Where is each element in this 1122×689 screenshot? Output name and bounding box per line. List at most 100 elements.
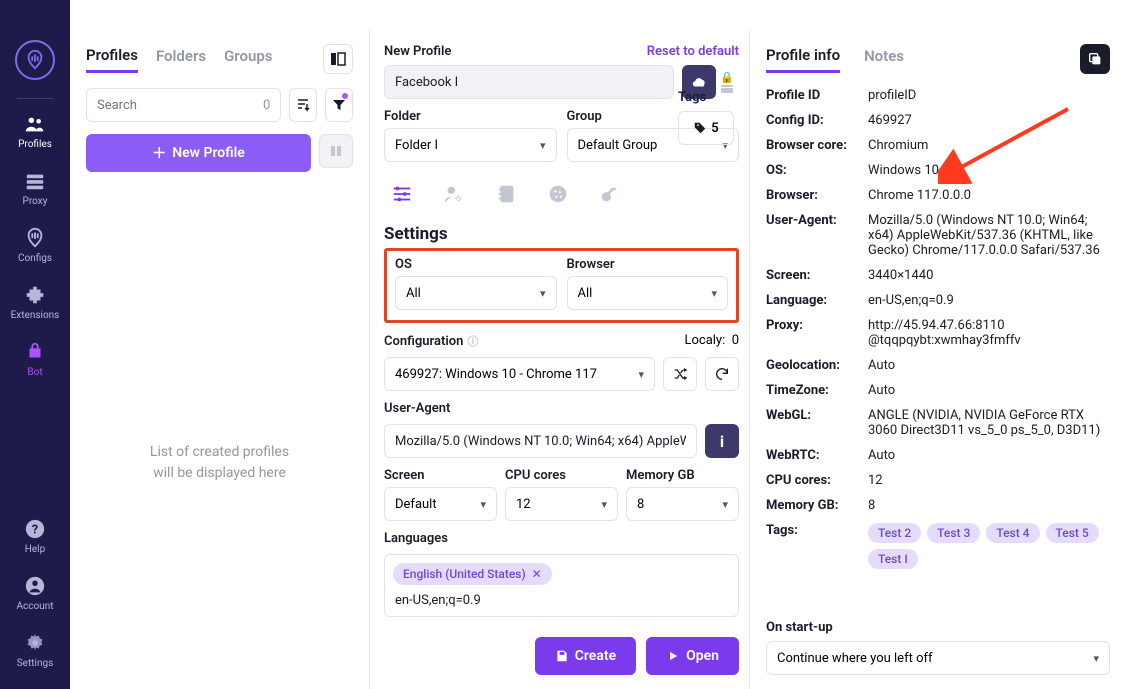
useragent-input[interactable]: [384, 424, 697, 458]
refresh-button[interactable]: [705, 357, 739, 391]
info-val-screen: 3440×1440: [868, 268, 933, 283]
sort-button[interactable]: [289, 88, 317, 122]
localy-label: Localy: 0: [684, 333, 739, 353]
tag-chip[interactable]: Test 4: [986, 523, 1039, 543]
memory-label: Memory GB: [626, 468, 739, 483]
empty-state: List of created profiles will be display…: [86, 442, 353, 484]
reset-to-default-link[interactable]: Reset to default: [647, 44, 739, 59]
rail-extensions-label: Extensions: [11, 310, 60, 321]
search-input[interactable]: [97, 98, 263, 113]
rail-settings[interactable]: Settings: [17, 632, 54, 669]
info-val-geo: Auto: [868, 358, 895, 373]
tab-folders[interactable]: Folders: [156, 47, 206, 71]
profile-name-input[interactable]: [384, 65, 674, 99]
rail-bot[interactable]: Bot: [24, 341, 46, 378]
chevron-down-icon: ▾: [540, 139, 546, 152]
tag-chip[interactable]: Test I: [868, 549, 918, 569]
search-input-wrap: 0: [86, 88, 281, 122]
tag-chip[interactable]: Test 3: [927, 523, 980, 543]
startup-select[interactable]: Continue where you left off▾: [766, 641, 1110, 675]
info-val-os: Windows 10: [868, 163, 939, 178]
empty-line1: List of created profiles: [86, 442, 353, 463]
new-profile-expand-button[interactable]: [319, 134, 353, 168]
settings-section-icons: [384, 180, 739, 208]
languages-label: Languages: [384, 531, 739, 546]
notebook-icon[interactable]: [492, 180, 520, 208]
rail-help[interactable]: ? Help: [24, 518, 46, 555]
open-button-label: Open: [686, 648, 719, 664]
folder-value: Folder I: [395, 138, 438, 153]
info-key-configid: Config ID:: [766, 113, 868, 128]
info-val-browsercore: Chromium: [868, 138, 928, 153]
settings-title: Settings: [384, 224, 739, 244]
screen-select[interactable]: Default▾: [384, 487, 497, 521]
info-val-profileid: profileID: [868, 88, 916, 103]
browser-label: Browser: [567, 257, 729, 272]
user-cog-icon[interactable]: [440, 180, 468, 208]
info-val-webrtc: Auto: [868, 448, 895, 463]
startup-label: On start-up: [766, 620, 1110, 635]
info-key-language: Language:: [766, 293, 868, 308]
rail-extensions[interactable]: Extensions: [11, 284, 60, 321]
info-val-cpu: 12: [868, 473, 883, 488]
info-tags: Test 2 Test 3 Test 4 Test 5 Test I: [868, 523, 1110, 569]
filter-button[interactable]: [325, 88, 353, 122]
info-val-ua: Mozilla/5.0 (Windows NT 10.0; Win64; x64…: [868, 213, 1110, 258]
rail-profiles[interactable]: Profiles: [18, 113, 52, 150]
tags-button[interactable]: 5: [678, 111, 734, 145]
configuration-value: 469927: Windows 10 - Chrome 117: [395, 367, 597, 382]
left-rail: Profiles Proxy Configs Extensions Bot ? …: [0, 0, 70, 689]
language-chip[interactable]: English (United States) ✕: [393, 563, 552, 585]
useragent-info-button[interactable]: i: [705, 424, 739, 458]
tag-chip[interactable]: Test 2: [868, 523, 921, 543]
rail-divider: [17, 98, 53, 99]
startup-value: Continue where you left off: [777, 651, 933, 666]
rail-configs[interactable]: Configs: [18, 227, 52, 264]
tab-profiles[interactable]: Profiles: [86, 46, 138, 73]
os-select[interactable]: All▾: [395, 276, 557, 310]
info-key-geo: Geolocation:: [766, 358, 868, 373]
info-key-screen: Screen:: [766, 268, 868, 283]
remove-chip-icon[interactable]: ✕: [532, 567, 542, 581]
languages-box[interactable]: English (United States) ✕ en-US,en;q=0.9: [384, 554, 739, 617]
configuration-select[interactable]: 469927: Windows 10 - Chrome 117 ▾: [384, 357, 655, 391]
empty-line2: will be displayed here: [86, 463, 353, 484]
browser-select[interactable]: All▾: [567, 276, 729, 310]
new-profile-button[interactable]: ＋ New Profile: [86, 134, 311, 172]
memory-value: 8: [637, 497, 644, 512]
info-val-browser: Chrome 117.0.0.0: [868, 188, 971, 203]
info-key-browsercore: Browser core:: [766, 138, 868, 153]
memory-select[interactable]: 8▾: [626, 487, 739, 521]
highlight-annotation: OS All▾ Browser All▾: [384, 248, 739, 323]
screen-value: Default: [395, 497, 437, 512]
tag-chip[interactable]: Test 5: [1046, 523, 1099, 543]
configuration-label: Configuration ⓘ: [384, 333, 478, 349]
key-icon[interactable]: [596, 180, 624, 208]
useragent-label: User-Agent: [384, 401, 739, 416]
cpu-select[interactable]: 12▾: [505, 487, 618, 521]
info-key-cpu: CPU cores:: [766, 473, 868, 488]
info-val-configid: 469927: [868, 113, 912, 128]
tab-groups[interactable]: Groups: [224, 47, 272, 71]
shuffle-button[interactable]: [663, 357, 697, 391]
layout-toggle-button[interactable]: [323, 44, 353, 74]
tab-profile-info[interactable]: Profile info: [766, 46, 840, 73]
profiles-column: Profiles Folders Groups 0 ＋ New Profile …: [70, 30, 370, 689]
cpu-label: CPU cores: [505, 468, 618, 483]
os-value: All: [406, 286, 421, 301]
rail-account[interactable]: Account: [16, 575, 53, 612]
copy-button[interactable]: [1080, 44, 1110, 74]
cookie-icon[interactable]: [544, 180, 572, 208]
chevron-down-icon: ▾: [638, 368, 644, 381]
tab-notes[interactable]: Notes: [864, 47, 904, 71]
open-button[interactable]: Open: [646, 637, 739, 675]
app-logo[interactable]: [15, 40, 55, 80]
save-icon: [555, 649, 569, 663]
info-circle-icon: ⓘ: [467, 333, 478, 349]
rail-proxy[interactable]: Proxy: [23, 170, 48, 207]
folder-select[interactable]: Folder I ▾: [384, 128, 557, 162]
create-button[interactable]: Create: [535, 637, 636, 675]
sliders-icon[interactable]: [388, 180, 416, 208]
new-profile-button-label: New Profile: [172, 145, 245, 161]
info-key-profileid: Profile ID: [766, 88, 868, 103]
